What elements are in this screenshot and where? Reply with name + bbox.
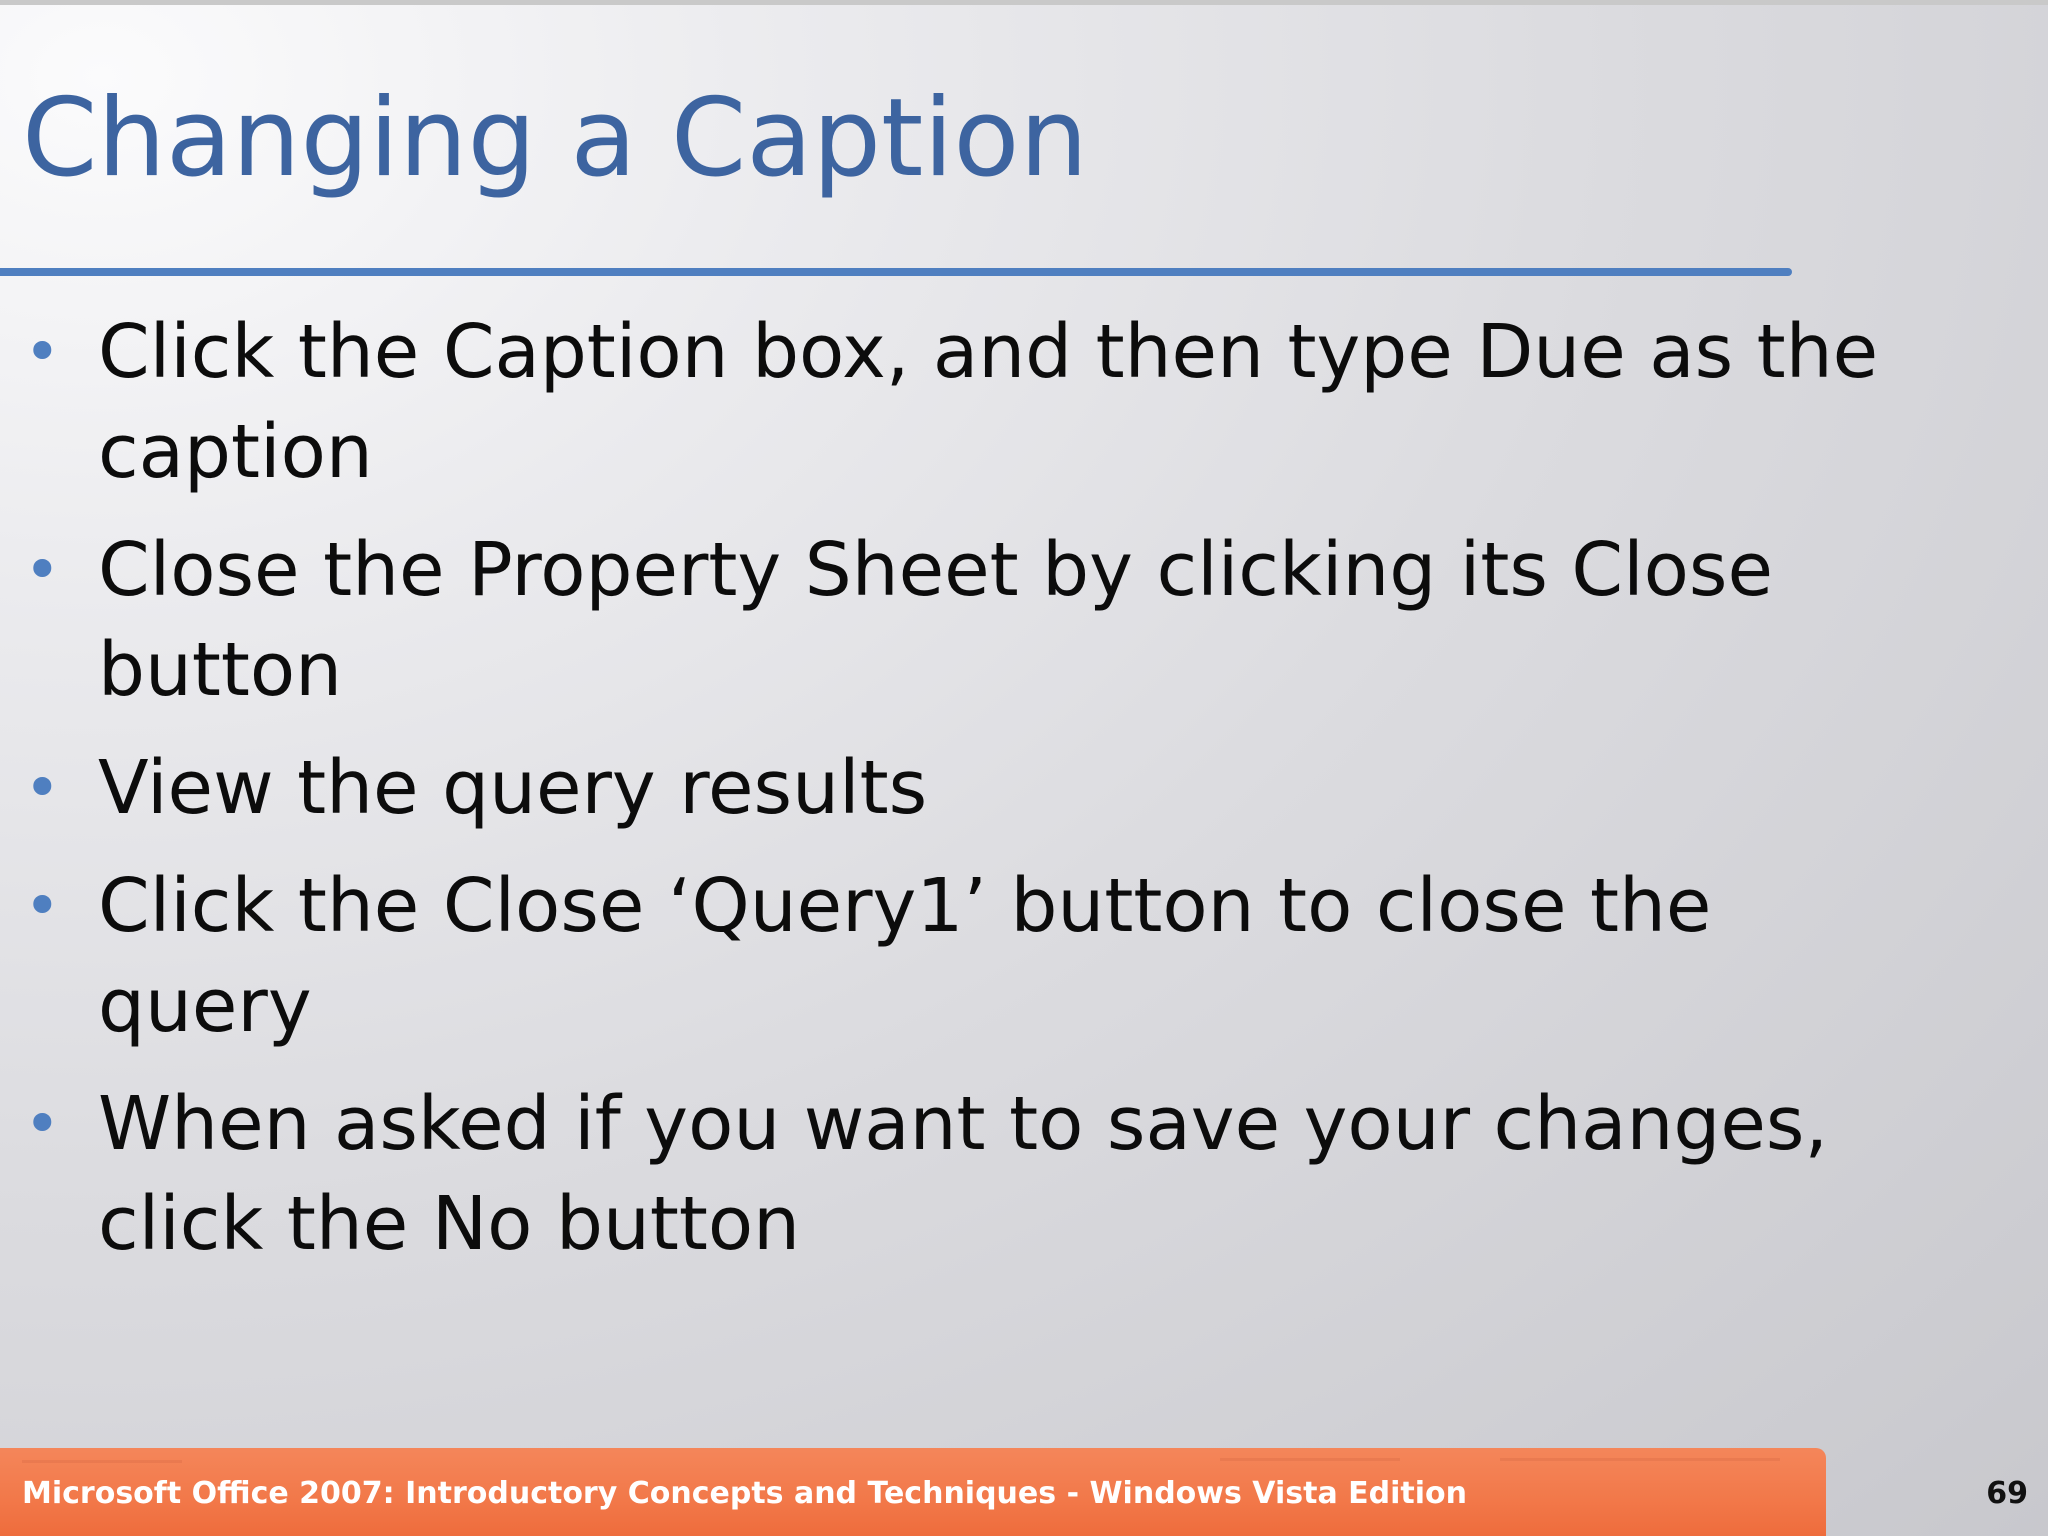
footer-bar: Microsoft Office 2007: Introductory Conc… [0, 1448, 1826, 1536]
bullet-list: • Click the Caption box, and then type D… [0, 302, 1900, 1292]
bullet-text: When asked if you want to save your chan… [98, 1081, 1828, 1267]
bullet-item: • View the query results [0, 738, 1900, 838]
bullet-dot-icon: • [24, 533, 61, 606]
bullet-text: Close the Property Sheet by clicking its… [98, 527, 1774, 713]
bullet-dot-icon: • [24, 1087, 61, 1160]
footer-course-title: Microsoft Office 2007: Introductory Conc… [22, 1476, 1467, 1511]
ghost-ribbon-shape [22, 1460, 182, 1463]
slide-title: Changing a Caption [22, 76, 1088, 201]
bullet-item: • When asked if you want to save your ch… [0, 1074, 1900, 1274]
bullet-item: • Click the Close ‘Query1’ button to clo… [0, 856, 1900, 1056]
bullet-item: • Close the Property Sheet by clicking i… [0, 520, 1900, 720]
bullet-text: Click the Close ‘Query1’ button to close… [98, 863, 1712, 1049]
top-border [0, 0, 2048, 5]
ghost-ribbon-shape [1220, 1458, 1400, 1461]
bullet-dot-icon: • [24, 869, 61, 942]
page-number: 69 [1986, 1476, 2028, 1511]
title-divider [0, 268, 1792, 276]
bullet-dot-icon: • [24, 751, 61, 824]
bullet-dot-icon: • [24, 315, 61, 388]
bullet-item: • Click the Caption box, and then type D… [0, 302, 1900, 502]
bullet-text: Click the Caption box, and then type Due… [98, 309, 1879, 495]
bullet-text: View the query results [98, 745, 928, 831]
ghost-ribbon-shape [1500, 1458, 1780, 1461]
